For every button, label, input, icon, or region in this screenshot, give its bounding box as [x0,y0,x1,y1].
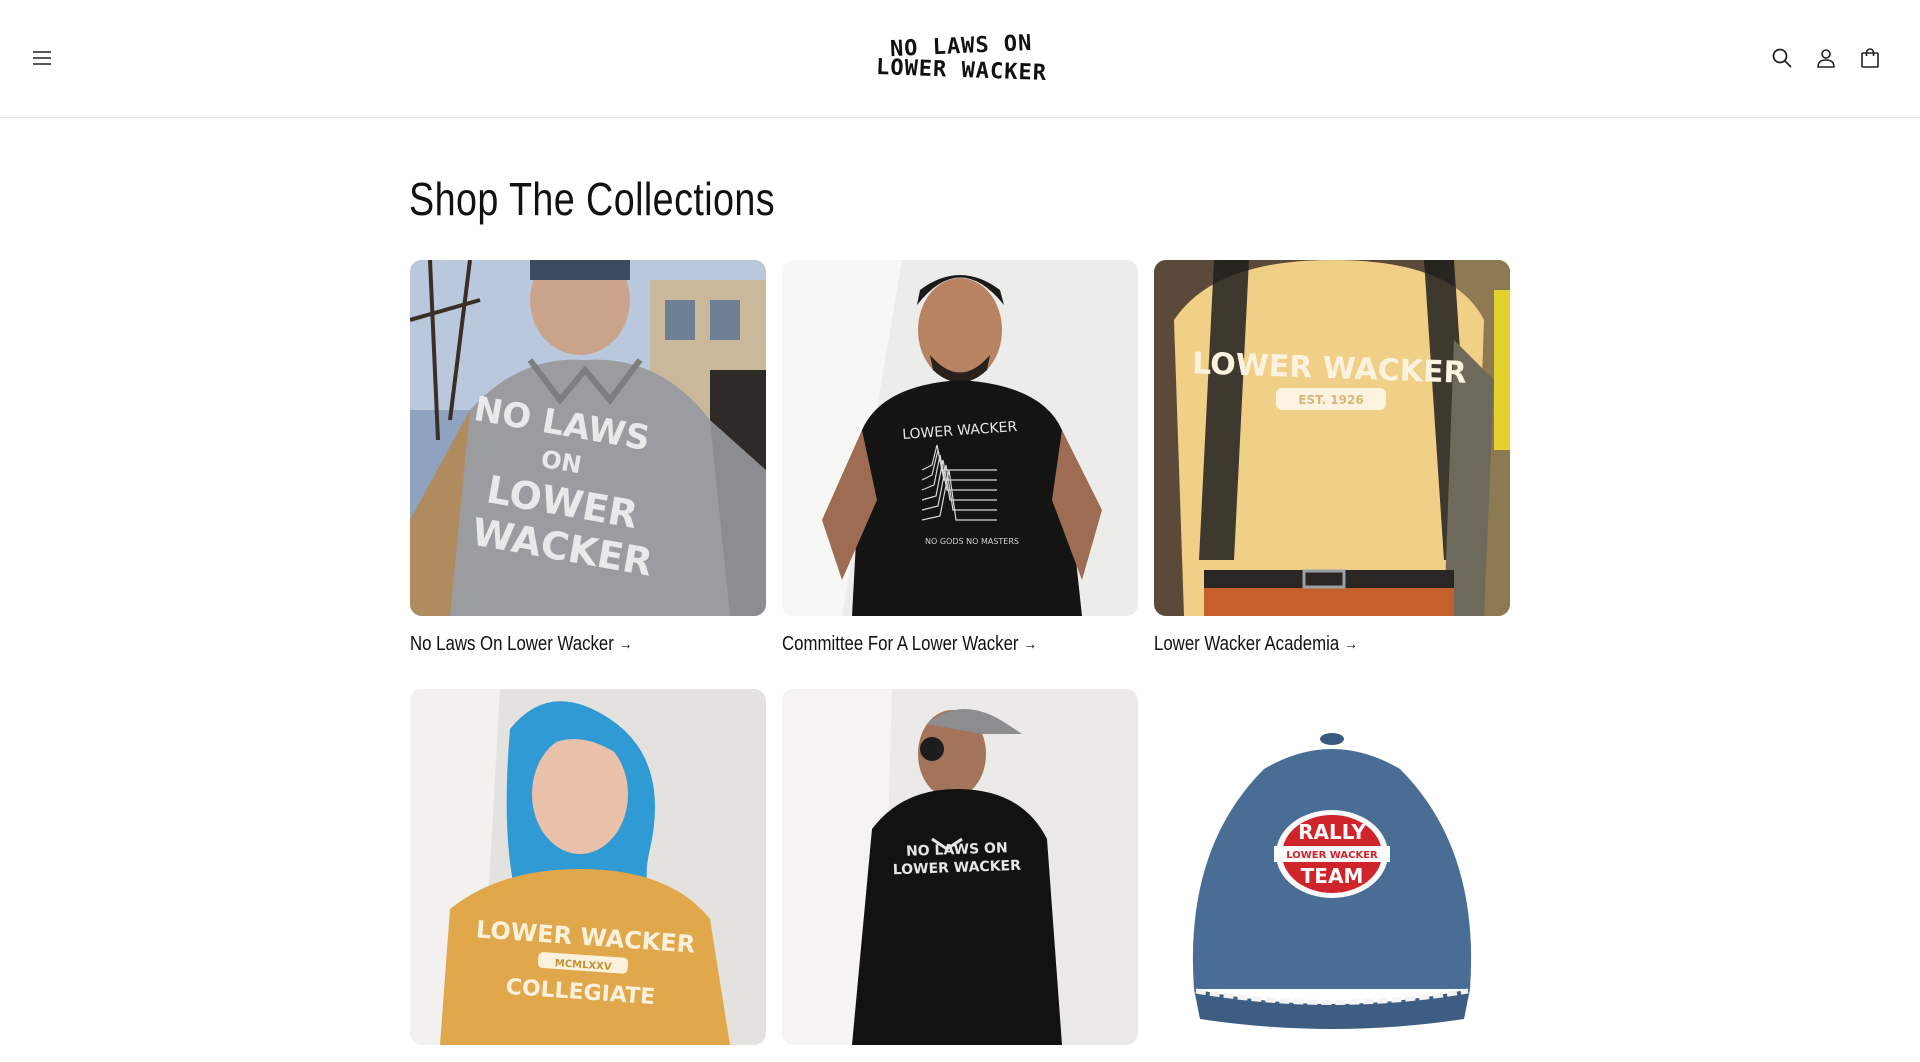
site-logo[interactable]: NO LAWS ON LOWER WACKER [868,26,1054,92]
logo-line-2: LOWER WACKER [875,55,1047,86]
arrow-right-icon: → [618,635,633,653]
collection-card-6[interactable]: RALLY LOWER WACKER TEAM [1154,689,1510,1062]
account-icon[interactable] [1814,46,1838,70]
arrow-right-icon: → [1344,635,1358,653]
collection-card-5[interactable]: NO LAWS ON LOWER WACKER [782,689,1138,1062]
arrow-right-icon: → [1023,635,1037,653]
menu-icon[interactable] [26,44,58,72]
collection-image[interactable]: LOWER WACKER NO GODS NO MASTERS [782,260,1138,616]
site-header: NO LAWS ON LOWER WACKER [0,0,1920,118]
section-title: Shop The Collections [409,173,776,225]
collection-title: Committee For A Lower Wacker [782,633,1019,655]
collection-card-4[interactable]: LOWER WACKER MCMLXXV COLLEGIATE [410,689,766,1062]
print-line: NO GODS NO MASTERS [925,537,1019,546]
print-line: TEAM [1301,864,1364,888]
collection-image[interactable]: RALLY LOWER WACKER TEAM [1154,689,1510,1045]
print-line: EST. 1926 [1298,393,1363,407]
collection-title: Lower Wacker Academia [1154,633,1340,655]
print-line: LOWER WACKER [1286,850,1378,861]
cart-icon[interactable] [1858,46,1882,70]
collection-image[interactable]: NO LAWS ON LOWER WACKER [782,689,1138,1045]
collection-card-academia[interactable]: LOWER WACKER EST. 1926 Lower Wacker Acad… [1154,260,1510,656]
collection-image[interactable]: NO LAWS ON LOWER WACKER [410,260,766,616]
collection-title: No Laws On Lower Wacker [410,633,614,655]
collection-image[interactable]: LOWER WACKER MCMLXXV COLLEGIATE [410,689,766,1045]
print-line: RALLY [1298,820,1366,844]
collection-link[interactable]: Lower Wacker Academia → [1154,633,1453,656]
search-icon[interactable] [1770,46,1794,70]
collection-link[interactable]: No Laws On Lower Wacker → [410,633,709,656]
collection-link[interactable]: Committee For A Lower Wacker → [782,633,1081,656]
collection-card-committee[interactable]: LOWER WACKER NO GODS NO MASTERS Committe… [782,260,1138,656]
collection-image[interactable]: LOWER WACKER EST. 1926 [1154,260,1510,616]
collection-card-no-laws[interactable]: NO LAWS ON LOWER WACKER No Laws On Lower… [410,260,766,656]
